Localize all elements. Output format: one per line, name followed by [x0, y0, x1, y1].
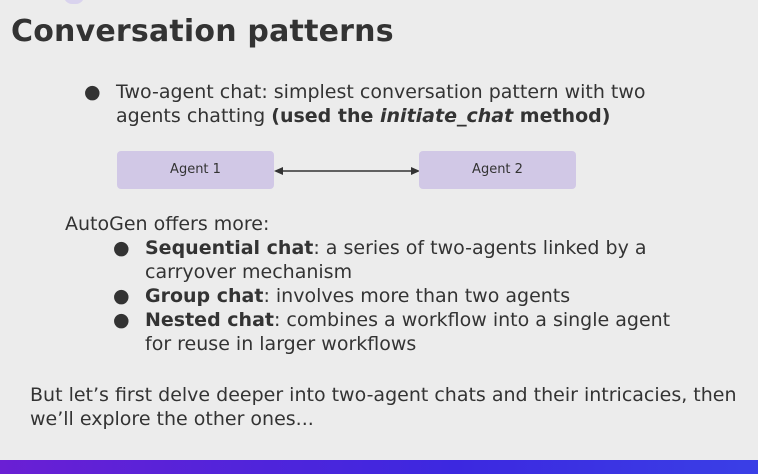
- bullet-dot-icon: ●: [113, 309, 130, 331]
- list-item-nested-chat: ● Nested chat: combines a workflow into …: [113, 308, 673, 356]
- bullet-dot-icon: ●: [113, 237, 130, 259]
- main-bullet-method: initiate_chat: [380, 105, 514, 127]
- more-intro-text: AutoGen offers more:: [65, 213, 270, 235]
- list-item-sequential-chat: ● Sequential chat: a series of two-agent…: [113, 236, 673, 284]
- main-bullet-bold-close: method): [513, 105, 611, 127]
- main-bullet-bold-open: (used the: [271, 105, 381, 127]
- decorative-tab: [64, 0, 84, 4]
- list-item-group-chat: ● Group chat: involves more than two age…: [113, 284, 673, 308]
- main-bullet-text: Two-agent chat: simplest conversation pa…: [116, 80, 706, 128]
- bidirectional-arrow-icon: [274, 167, 420, 175]
- bullet-dot-icon: ●: [113, 285, 130, 307]
- list-item-desc: : involves more than two agents: [263, 285, 571, 307]
- bottom-gradient-bar: [0, 460, 758, 474]
- list-item-name: Nested chat: [145, 309, 274, 331]
- agent-2-box: Agent 2: [419, 151, 576, 189]
- bullet-dot-icon: ●: [84, 81, 101, 103]
- agent-1-box: Agent 1: [117, 151, 274, 189]
- sub-bullet-list: ● Sequential chat: a series of two-agent…: [113, 236, 673, 356]
- main-bullet-bold: (used the initiate_chat method): [271, 105, 610, 127]
- closing-text: But let’s first delve deeper into two-ag…: [30, 384, 737, 430]
- list-item-name: Sequential chat: [145, 237, 314, 259]
- list-item-name: Group chat: [145, 285, 264, 307]
- slide: Conversation patterns ● Two-agent chat: …: [0, 0, 758, 460]
- slide-title: Conversation patterns: [11, 14, 394, 49]
